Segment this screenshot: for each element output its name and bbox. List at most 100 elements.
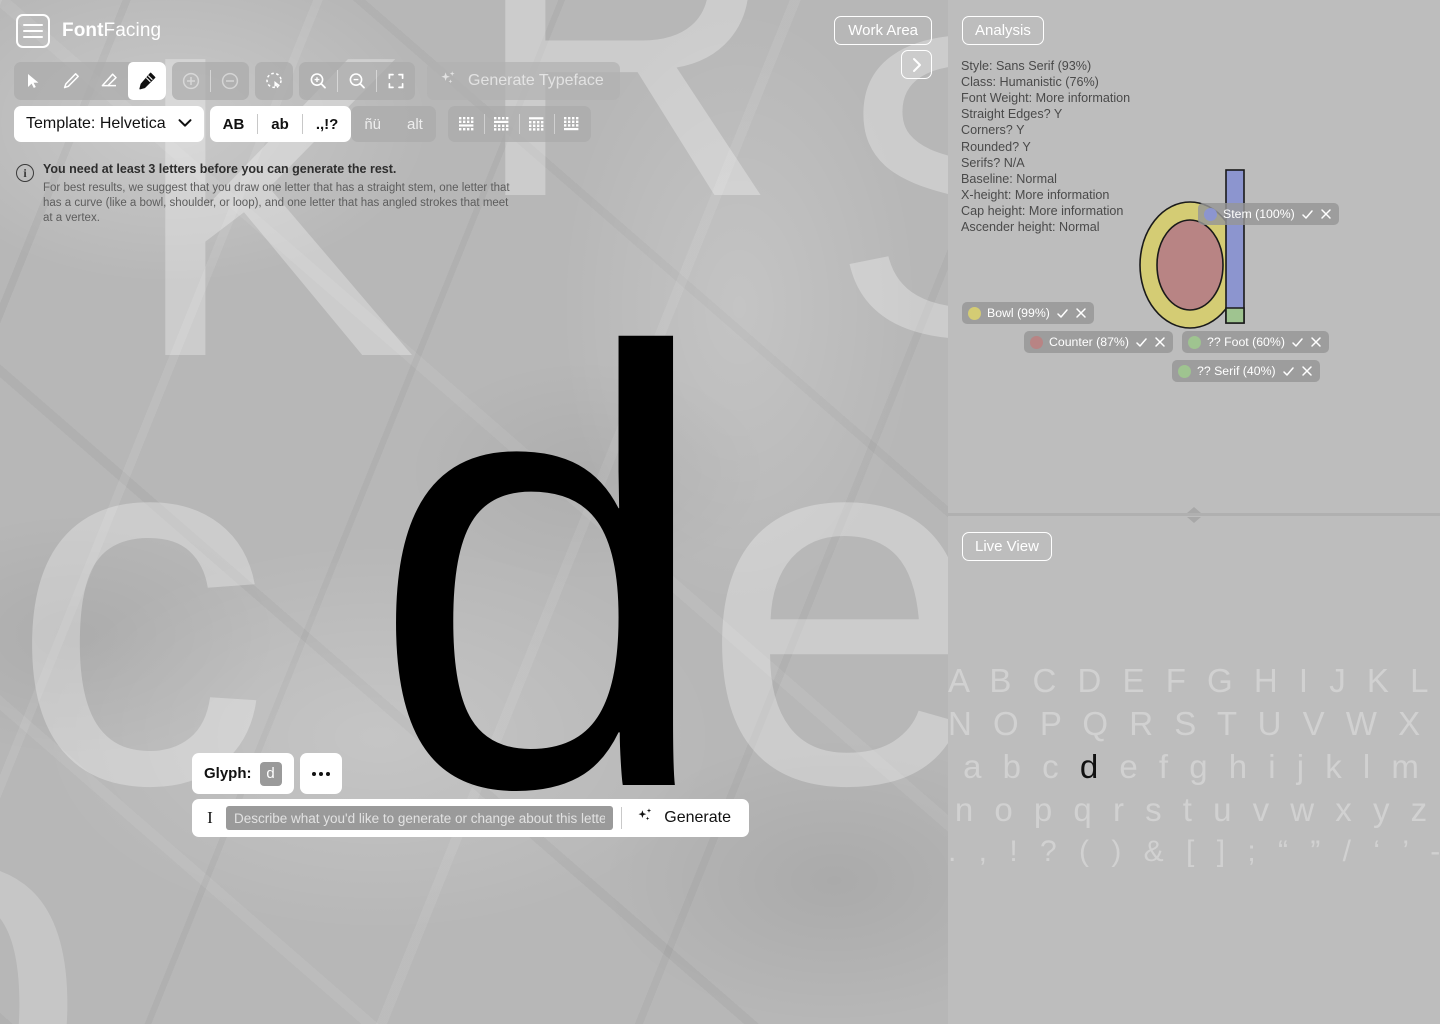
tool-group-zoom bbox=[299, 62, 415, 100]
tag-color-swatch bbox=[968, 306, 981, 320]
tag-color-swatch bbox=[1178, 364, 1191, 378]
close-icon[interactable] bbox=[1075, 307, 1087, 319]
specimen-row-lowercase-1: a b c d e f g h i j k l m bbox=[948, 746, 1440, 789]
analysis-panel: Analysis Style: Sans Serif (93%) Class: … bbox=[948, 0, 1440, 508]
brand-header: FontFacing bbox=[16, 14, 161, 48]
chevron-right-icon[interactable] bbox=[901, 50, 932, 79]
tag-color-swatch bbox=[1204, 207, 1217, 221]
close-icon[interactable] bbox=[1154, 336, 1166, 348]
close-icon[interactable] bbox=[1301, 365, 1313, 377]
notice-text-block: You need at least 3 letters before you c… bbox=[43, 162, 516, 225]
prompt-bar: I Generate bbox=[192, 799, 749, 837]
close-icon[interactable] bbox=[1320, 208, 1332, 220]
template-dropdown-label: Template: Helvetica bbox=[26, 115, 166, 132]
drawing-canvas[interactable]: R S K c e o d FontFacing bbox=[0, 0, 948, 1024]
tag-label: ?? Foot (60%) bbox=[1207, 335, 1285, 349]
brand-name-light: Facing bbox=[103, 20, 162, 41]
add-point-tool[interactable] bbox=[172, 62, 210, 100]
tag-serif[interactable]: ?? Serif (40%) bbox=[1172, 360, 1320, 382]
notice-banner: i You need at least 3 letters before you… bbox=[16, 162, 516, 225]
zoom-out-tool[interactable] bbox=[338, 62, 376, 100]
toolbar-row-options: Template: Helvetica AB ab .,!? ñü alt bbox=[14, 106, 620, 142]
accents-filter[interactable]: ñü bbox=[351, 106, 394, 142]
guide-cap-height-toggle[interactable] bbox=[520, 109, 554, 139]
ghost-letter-o: o bbox=[0, 703, 89, 1024]
notice-body: For best results, we suggest that you dr… bbox=[43, 181, 510, 224]
alternates-filter[interactable]: alt bbox=[394, 106, 436, 142]
tag-label: Counter (87%) bbox=[1049, 335, 1129, 349]
check-icon[interactable] bbox=[1291, 336, 1304, 349]
sparkles-icon bbox=[439, 69, 459, 94]
tag-label: Stem (100%) bbox=[1223, 207, 1295, 221]
analysis-row-rounded: Rounded? Y bbox=[961, 139, 1031, 154]
character-set-extra-group: ñü alt bbox=[351, 106, 436, 142]
guide-baseline-toggle[interactable] bbox=[450, 109, 484, 139]
specimen-row-uppercase-1: A B C D E F G H I J K L M bbox=[948, 662, 1440, 699]
marker-tool[interactable] bbox=[128, 62, 166, 100]
analysis-row-ascender-height: Ascender height: Normal bbox=[961, 220, 1100, 235]
diagram-counter-shape bbox=[1156, 219, 1224, 311]
select-tool[interactable] bbox=[14, 62, 52, 100]
remove-point-tool[interactable] bbox=[211, 62, 249, 100]
main-glyph-drawing[interactable]: d bbox=[370, 261, 715, 880]
analysis-row-straight-edges: Straight Edges? Y bbox=[961, 107, 1063, 122]
toolbar-row-tools: Generate Typeface bbox=[14, 62, 620, 100]
check-icon[interactable] bbox=[1301, 208, 1314, 221]
uppercase-filter[interactable]: AB bbox=[210, 106, 258, 142]
check-icon[interactable] bbox=[1282, 365, 1295, 378]
specimen-sheet: A B C D E F G H I J K L M N O P Q R S T … bbox=[948, 660, 1440, 871]
app-root: R S K c e o d FontFacing bbox=[0, 0, 1440, 1024]
specimen-active-glyph[interactable]: d bbox=[1080, 748, 1104, 785]
tag-counter[interactable]: Counter (87%) bbox=[1024, 331, 1173, 353]
tag-stem[interactable]: Stem (100%) bbox=[1198, 203, 1339, 225]
close-icon[interactable] bbox=[1310, 336, 1322, 348]
hamburger-icon[interactable] bbox=[16, 14, 50, 48]
ellipsis-icon[interactable] bbox=[299, 753, 342, 794]
generate-typeface-label: Generate Typeface bbox=[468, 72, 604, 89]
panel-resize-handle[interactable] bbox=[948, 507, 1440, 523]
live-view-panel-title[interactable]: Live View bbox=[962, 532, 1052, 561]
lasso-select-tool[interactable] bbox=[255, 62, 293, 100]
resize-line bbox=[948, 513, 1440, 516]
analysis-row-style: Style: Sans Serif (93%) bbox=[961, 59, 1092, 73]
analysis-attribute-list: Style: Sans Serif (93%) Class: Humanisti… bbox=[961, 58, 1130, 235]
punctuation-filter[interactable]: .,!? bbox=[303, 106, 352, 142]
notice-title: You need at least 3 letters before you c… bbox=[43, 162, 397, 176]
brand-name-bold: Font bbox=[62, 20, 104, 41]
check-icon[interactable] bbox=[1135, 336, 1148, 349]
glyph-label: Glyph: bbox=[204, 765, 252, 782]
analysis-row-x-height: X-height: More information bbox=[961, 187, 1110, 202]
tag-color-swatch bbox=[1030, 335, 1043, 349]
glyph-value: d bbox=[259, 761, 282, 786]
analysis-row-baseline: Baseline: Normal bbox=[961, 171, 1057, 186]
analysis-row-class: Class: Humanistic (76%) bbox=[961, 75, 1099, 90]
template-dropdown[interactable]: Template: Helvetica bbox=[14, 106, 204, 142]
lowercase-filter[interactable]: ab bbox=[258, 106, 302, 142]
tool-group-lasso bbox=[255, 62, 293, 100]
pen-tool[interactable] bbox=[52, 62, 90, 100]
analysis-panel-title[interactable]: Analysis bbox=[962, 16, 1044, 45]
eraser-tool[interactable] bbox=[90, 62, 128, 100]
guide-ascender-toggle[interactable] bbox=[555, 109, 589, 139]
tag-bowl[interactable]: Bowl (99%) bbox=[962, 302, 1094, 324]
sparkles-icon bbox=[636, 806, 656, 831]
generate-button[interactable]: Generate bbox=[630, 803, 741, 833]
guide-x-height-toggle[interactable] bbox=[485, 109, 519, 139]
tag-foot[interactable]: ?? Foot (60%) bbox=[1182, 331, 1329, 353]
zoom-in-tool[interactable] bbox=[299, 62, 337, 100]
app-title: FontFacing bbox=[62, 20, 161, 42]
analysis-row-font-weight: Font Weight: More information bbox=[961, 91, 1131, 106]
glyph-selector[interactable]: Glyph: d bbox=[192, 753, 294, 794]
work-area-button[interactable]: Work Area bbox=[834, 16, 932, 45]
analysis-row-corners: Corners? Y bbox=[961, 123, 1025, 138]
tag-label: Bowl (99%) bbox=[987, 306, 1050, 320]
generate-typeface-button[interactable]: Generate Typeface bbox=[427, 62, 620, 100]
guide-toggle-group bbox=[447, 106, 591, 142]
character-set-filter-group: AB ab .,!? bbox=[209, 106, 352, 142]
specimen-before: a b c bbox=[963, 747, 1080, 785]
generate-button-label: Generate bbox=[664, 809, 731, 826]
check-icon[interactable] bbox=[1056, 307, 1069, 320]
annotated-glyph-diagram: Stem (100%) Bowl (99%) Counter (87%) ?? … bbox=[962, 160, 1438, 400]
prompt-input[interactable] bbox=[226, 806, 614, 830]
fit-screen-tool[interactable] bbox=[377, 62, 415, 100]
